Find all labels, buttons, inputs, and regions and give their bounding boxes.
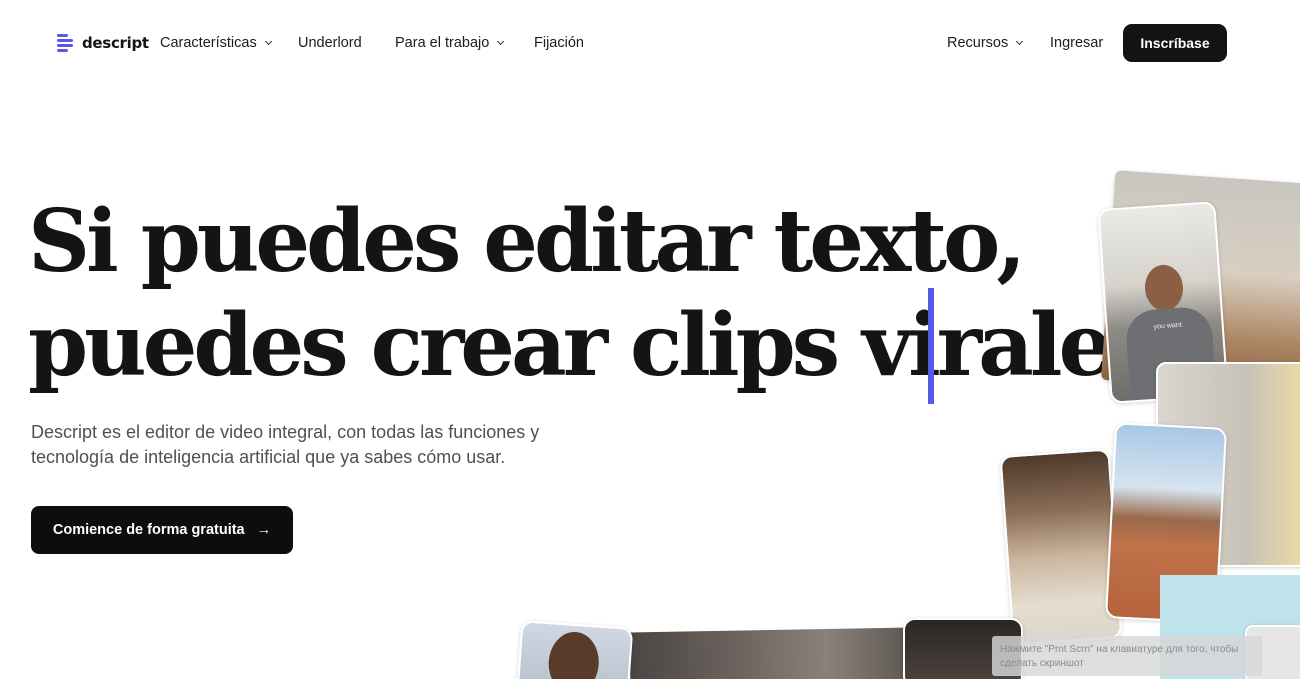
nav-item-pricing[interactable]: Fijación [534,33,584,53]
signup-button[interactable]: Inscríbase [1123,24,1227,62]
chevron-down-icon [497,37,505,45]
descript-logo[interactable]: descript [57,31,149,55]
headline-line-1: Si puedes editar texto, [28,191,1026,292]
login-label: Ingresar [1050,35,1104,51]
nav-item-label: Recursos [947,35,1009,51]
text-cursor [928,288,934,404]
nav-item-for-work[interactable]: Para el trabajo [395,33,505,53]
nav-item-label: Underlord [298,35,362,51]
screenshot-hint-tooltip: Нажмите "Prnt Scrn" на клавиатуре для то… [992,636,1262,676]
arrow-right-icon: → [256,522,272,538]
collage-room-photo [629,627,911,679]
hero-subtitle: Descript es el editor de video integral,… [31,422,540,467]
top-nav: descript Características Underlord Para … [0,0,1300,86]
chevron-down-icon [264,37,272,45]
start-free-button[interactable]: Comience de forma gratuita → [31,506,293,554]
collage-person-photo [516,620,634,679]
nav-item-label: Para el trabajo [395,35,490,51]
nav-item-underlord[interactable]: Underlord [298,33,362,53]
cta-label: Comience de forma gratuita [52,522,245,538]
nav-item-features[interactable]: Características [160,33,272,53]
login-link[interactable]: Ingresar [1050,33,1103,53]
chevron-down-icon [1016,37,1024,45]
brand-name: descript [82,34,149,52]
hero-headline: Si puedes editar texto, puedes crear cli… [28,190,1184,398]
headline-line-2: puedes crear clips virales. [28,295,1184,396]
nav-item-resources[interactable]: Recursos [947,33,1024,53]
nav-item-label: Fijación [534,35,584,51]
descript-logo-icon [57,33,75,53]
nav-item-label: Características [160,35,257,51]
collage-hands-photo [999,448,1123,646]
